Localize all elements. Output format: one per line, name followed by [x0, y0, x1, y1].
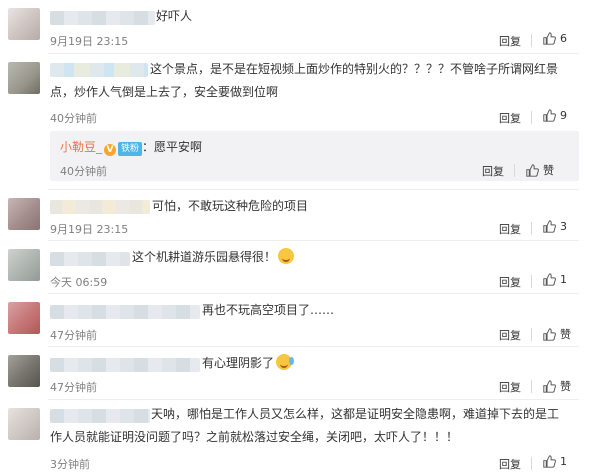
thumbs-up-icon	[543, 379, 556, 393]
thumbs-up-icon	[543, 109, 556, 122]
fan-badge: 铁粉	[118, 142, 143, 156]
like-button[interactable]: 赞	[543, 326, 571, 342]
comment-text: 可怕，不敢玩这种危险的项目	[152, 199, 309, 213]
comment-time: 47分钟前	[50, 381, 97, 394]
action-divider	[531, 222, 532, 235]
reply-button[interactable]: 回复	[499, 33, 521, 49]
like-button[interactable]: 1	[543, 273, 567, 286]
like-button[interactable]: 1	[543, 455, 567, 468]
reply-button[interactable]: 回复	[499, 456, 521, 472]
emoji-icon	[278, 248, 295, 264]
like-count: 9	[560, 109, 567, 122]
comment-item: 这个机耕道游乐园悬得很！ 今天 06:59 回复 1	[0, 241, 589, 293]
comment-text-line1: 天呐，哪怕是工作人员又怎么样，这都是证明安全隐患啊，难道掉下去的是工	[151, 407, 560, 421]
username-blurred[interactable]	[50, 305, 200, 319]
action-divider	[531, 380, 532, 393]
comment-time: 9月19日 23:15	[50, 223, 129, 236]
comment-text-line1: 这个景点，是不是在短视频上面炒作的特别火的？？？？不管啥子所谓网红景	[150, 62, 559, 76]
sub-reply-username[interactable]: 小勒豆_	[60, 140, 102, 154]
avatar[interactable]	[8, 355, 40, 387]
comment-text-line2: 作人员就能证明没问题了吗？之前就松落过安全绳，关闭吧，太吓人了！！！	[50, 430, 459, 444]
reply-button[interactable]: 回复	[482, 163, 504, 179]
comment-text: 好吓人	[156, 9, 193, 23]
like-count: 1	[560, 455, 567, 468]
reply-button[interactable]: 回复	[499, 274, 521, 290]
username-blurred[interactable]	[50, 409, 150, 423]
comment-item: 再也不玩高空项目了…… 47分钟前 回复 赞	[0, 294, 589, 346]
comment-time: 今天 06:59	[50, 276, 108, 289]
sub-reply-line: 小勒豆_ V 铁粉 ：愿平安啊	[60, 137, 202, 157]
comment-text: 有心理阴影了	[202, 356, 275, 370]
sub-reply: 小勒豆_ V 铁粉 ：愿平安啊 40分钟前 回复 赞	[50, 131, 579, 181]
comment-text-wrap: 有心理阴影了	[202, 353, 295, 373]
comment-item: 天呐，哪怕是工作人员又怎么样，这都是证明安全隐患啊，难道掉下去的是工 作人员就能…	[0, 400, 589, 474]
comment-time: 3分钟前	[50, 458, 90, 471]
comment-time: 47分钟前	[50, 329, 97, 342]
avatar[interactable]	[8, 302, 40, 334]
like-count: 1	[560, 273, 567, 286]
like-label: 赞	[543, 164, 554, 177]
reply-button[interactable]: 回复	[499, 327, 521, 343]
reply-button[interactable]: 回复	[499, 221, 521, 237]
action-divider	[531, 111, 532, 124]
comment-text-line2: 点，炒作人气倒是上去了，安全要做到位啊	[50, 85, 279, 99]
comment-item: 好吓人 9月19日 23:15 回复 6	[0, 0, 589, 50]
sub-reply-time: 40分钟前	[60, 165, 107, 178]
username-blurred[interactable]	[50, 11, 155, 25]
action-divider	[531, 275, 532, 288]
avatar[interactable]	[8, 8, 40, 40]
action-divider	[531, 457, 532, 470]
like-label: 赞	[560, 328, 571, 341]
like-button[interactable]: 6	[543, 32, 567, 45]
avatar[interactable]	[8, 408, 40, 440]
thumbs-up-icon	[543, 273, 556, 286]
like-count: 6	[560, 32, 567, 45]
like-count: 3	[560, 220, 567, 233]
avatar[interactable]	[8, 249, 40, 281]
avatar[interactable]	[8, 62, 40, 94]
comment-time: 9月19日 23:15	[50, 35, 129, 48]
comment-item: 可怕，不敢玩这种危险的项目 9月19日 23:15 回复 3	[0, 190, 589, 240]
comment-text: 再也不玩高空项目了……	[202, 303, 335, 317]
thumbs-up-icon	[543, 455, 556, 468]
action-divider	[531, 328, 532, 341]
username-blurred[interactable]	[50, 358, 200, 372]
thumbs-up-icon	[543, 327, 556, 341]
thumbs-up-icon	[526, 163, 539, 177]
comment-time: 40分钟前	[50, 112, 97, 125]
thumbs-up-icon	[543, 220, 556, 233]
username-blurred[interactable]	[50, 252, 130, 266]
action-divider	[531, 34, 532, 47]
username-blurred[interactable]	[50, 200, 150, 214]
reply-button[interactable]: 回复	[499, 110, 521, 126]
like-button[interactable]: 9	[543, 109, 567, 122]
verified-badge: V	[104, 144, 117, 156]
like-label: 赞	[560, 380, 571, 393]
comment-text-wrap: 这个机耕道游乐园悬得很！	[132, 247, 295, 267]
username-blurred[interactable]	[50, 63, 148, 77]
comment-item: 有心理阴影了 47分钟前 回复 赞	[0, 347, 589, 399]
like-button[interactable]: 赞	[543, 378, 571, 394]
like-button[interactable]: 3	[543, 220, 567, 233]
crying-laugh-emoji-icon	[276, 354, 295, 370]
sub-reply-text: ：愿平安啊	[142, 140, 203, 154]
thumbs-up-icon	[543, 32, 556, 45]
like-button[interactable]: 赞	[526, 162, 554, 178]
action-divider	[514, 164, 515, 177]
avatar[interactable]	[8, 198, 40, 230]
comment-text: 这个机耕道游乐园悬得很！	[132, 250, 277, 264]
reply-button[interactable]: 回复	[499, 379, 521, 395]
